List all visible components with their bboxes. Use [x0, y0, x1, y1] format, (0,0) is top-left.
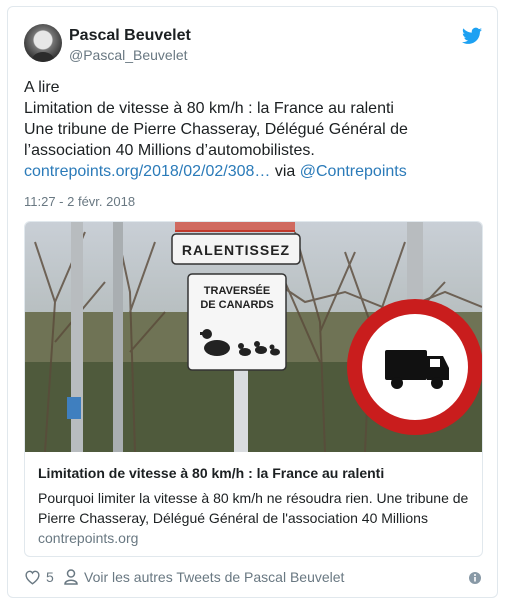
info-icon[interactable]: [468, 571, 482, 585]
tweet-text: A lire Limitation de vitesse à 80 km/h :…: [24, 77, 482, 182]
tweet-line-3-text: Une tribune de Pierre Chasseray, Délégué…: [24, 121, 408, 159]
via-text: via: [270, 163, 300, 180]
embedded-tweet: Pascal Beuvelet @Pascal_Beuvelet A lire …: [7, 6, 498, 598]
article-link[interactable]: contrepoints.org/2018/02/02/308…: [24, 163, 270, 180]
card-title[interactable]: Limitation de vitesse à 80 km/h : la Fra…: [38, 465, 470, 481]
more-tweets-label: Voir les autres Tweets de Pascal Beuvele…: [84, 569, 345, 585]
person-icon: [64, 569, 78, 585]
sign-line-1-text: TRAVERSÉE: [204, 284, 270, 297]
heart-icon: [25, 570, 40, 585]
link-card[interactable]: RALENTISSEZ TRAVERSÉE DE CANARDS Limitat…: [24, 221, 483, 557]
card-description: Pourquoi limiter la vitesse à 80 km/h ne…: [38, 490, 469, 526]
mention-link[interactable]: @Contrepoints: [300, 163, 407, 180]
more-tweets-link[interactable]: Voir les autres Tweets de Pascal Beuvele…: [64, 569, 344, 585]
author-handle[interactable]: @Pascal_Beuvelet: [69, 47, 188, 63]
like-count: 5: [46, 569, 54, 585]
tweet-line-3: Une tribune de Pierre Chasseray, Délégué…: [24, 119, 482, 182]
card-image[interactable]: RALENTISSEZ TRAVERSÉE DE CANARDS: [25, 222, 482, 452]
sign-line-2-text: DE CANARDS: [200, 299, 273, 311]
tweet-actions: 5 Voir les autres Tweets de Pascal Beuve…: [24, 569, 482, 589]
tweet-line-2: Limitation de vitesse à 80 km/h : la Fra…: [24, 100, 394, 117]
twitter-bird-icon[interactable]: [462, 27, 482, 45]
author-name[interactable]: Pascal Beuvelet: [69, 27, 191, 45]
like-button[interactable]: 5: [24, 569, 54, 585]
timestamp[interactable]: 11:27 - 2 févr. 2018: [24, 194, 135, 209]
avatar[interactable]: [24, 24, 62, 62]
card-domain: contrepoints.org: [38, 530, 139, 546]
tweet-line-1: A lire: [24, 79, 60, 96]
sign-ralentissez-text: RALENTISSEZ: [182, 242, 290, 258]
